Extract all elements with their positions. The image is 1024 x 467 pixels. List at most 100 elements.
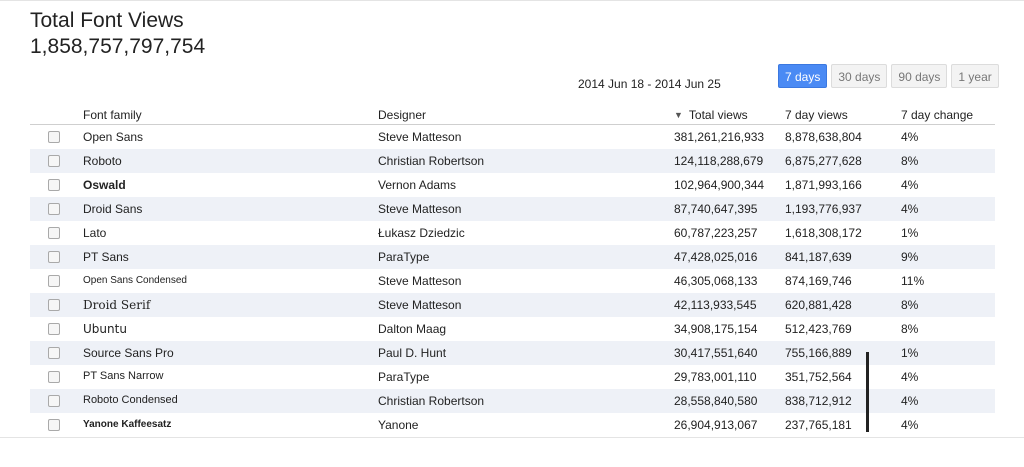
- designer-cell: Christian Robertson: [378, 394, 485, 408]
- seven-day-views-cell: 620,881,428: [785, 298, 852, 312]
- seven-day-change-cell: 4%: [901, 178, 919, 192]
- row-checkbox[interactable]: [48, 155, 60, 167]
- total-views-cell: 26,904,913,067: [674, 418, 758, 432]
- total-views-cell: 46,305,068,133: [674, 274, 758, 288]
- row-checkbox[interactable]: [48, 419, 60, 431]
- table-row: Lato Łukasz Dziedzic 60,787,223,257 1,61…: [30, 221, 995, 245]
- font-family-cell[interactable]: PT Sans: [83, 250, 129, 264]
- table-header: Font family Designer ▼ Total views 7 day …: [30, 104, 995, 125]
- table-row: Yanone Kaffeesatz Yanone 26,904,913,067 …: [30, 413, 995, 437]
- range-selector: 7 days 30 days 90 days 1 year: [778, 64, 999, 88]
- seven-day-change-cell: 4%: [901, 418, 919, 432]
- font-family-cell[interactable]: Droid Sans: [83, 202, 142, 216]
- seven-day-change-cell: 4%: [901, 130, 919, 144]
- date-range-label: 2014 Jun 18 - 2014 Jun 25: [578, 77, 721, 91]
- bottom-divider: [0, 437, 1024, 438]
- font-family-cell[interactable]: Source Sans Pro: [83, 346, 174, 360]
- font-views-table: Font family Designer ▼ Total views 7 day …: [30, 104, 995, 437]
- font-family-cell[interactable]: Open Sans: [83, 130, 143, 144]
- seven-day-change-cell: 4%: [901, 394, 919, 408]
- seven-day-change-cell: 8%: [901, 322, 919, 336]
- table-row: Oswald Vernon Adams 102,964,900,344 1,87…: [30, 173, 995, 197]
- seven-day-change-cell: 4%: [901, 370, 919, 384]
- row-checkbox[interactable]: [48, 371, 60, 383]
- seven-day-change-cell: 1%: [901, 226, 919, 240]
- table-row: Roboto Condensed Christian Robertson 28,…: [30, 389, 995, 413]
- row-checkbox[interactable]: [48, 131, 60, 143]
- column-header-7-day-views[interactable]: 7 day views: [785, 108, 848, 122]
- font-family-cell[interactable]: Roboto: [83, 154, 122, 168]
- font-family-cell[interactable]: Yanone Kaffeesatz: [83, 419, 171, 430]
- seven-day-change-cell: 4%: [901, 202, 919, 216]
- column-header-total-views-label: Total views: [688, 108, 748, 122]
- column-header-total-views[interactable]: ▼ Total views: [674, 108, 748, 122]
- row-checkbox[interactable]: [48, 299, 60, 311]
- designer-cell: Steve Matteson: [378, 202, 462, 216]
- seven-day-views-cell: 1,871,993,166: [785, 178, 862, 192]
- designer-cell: Yanone: [378, 418, 419, 432]
- designer-cell: Vernon Adams: [378, 178, 457, 192]
- range-90-days-button[interactable]: 90 days: [891, 64, 948, 88]
- seven-day-views-cell: 237,765,181: [785, 418, 852, 432]
- row-checkbox[interactable]: [48, 395, 60, 407]
- total-views-cell: 30,417,551,640: [674, 346, 758, 360]
- font-family-cell[interactable]: Open Sans Condensed: [83, 275, 187, 286]
- seven-day-views-cell: 841,187,639: [785, 250, 852, 264]
- designer-cell: ParaType: [378, 370, 430, 384]
- page-title: Total Font Views: [30, 9, 184, 32]
- designer-cell: Christian Robertson: [378, 154, 485, 168]
- seven-day-change-cell: 8%: [901, 298, 919, 312]
- table-row: Droid Sans Steve Matteson 87,740,647,395…: [30, 197, 995, 221]
- table-row: PT Sans ParaType 47,428,025,016 841,187,…: [30, 245, 995, 269]
- seven-day-views-cell: 351,752,564: [785, 370, 852, 384]
- designer-cell: ParaType: [378, 250, 430, 264]
- range-7-days-button[interactable]: 7 days: [778, 64, 828, 88]
- row-checkbox[interactable]: [48, 251, 60, 263]
- seven-day-views-cell: 1,618,308,172: [785, 226, 862, 240]
- row-checkbox[interactable]: [48, 203, 60, 215]
- seven-day-views-cell: 8,878,638,804: [785, 130, 862, 144]
- total-views-cell: 42,113,933,545: [674, 298, 757, 312]
- range-30-days-button[interactable]: 30 days: [831, 64, 888, 88]
- font-family-cell[interactable]: Lato: [83, 226, 106, 240]
- total-views-cell: 60,787,223,257: [674, 226, 758, 240]
- total-views-cell: 87,740,647,395: [674, 202, 758, 216]
- total-views-cell: 29,783,001,110: [674, 370, 757, 384]
- row-checkbox[interactable]: [48, 227, 60, 239]
- row-checkbox[interactable]: [48, 179, 60, 191]
- row-checkbox[interactable]: [48, 347, 60, 359]
- total-views-cell: 47,428,025,016: [674, 250, 758, 264]
- seven-day-change-cell: 8%: [901, 154, 919, 168]
- designer-cell: Steve Matteson: [378, 130, 462, 144]
- table-row: Source Sans Pro Paul D. Hunt 30,417,551,…: [30, 341, 995, 365]
- sort-descending-icon: ▼: [674, 110, 683, 120]
- designer-cell: Steve Matteson: [378, 274, 462, 288]
- total-views-cell: 381,261,216,933: [674, 130, 765, 144]
- seven-day-views-cell: 512,423,769: [785, 322, 852, 336]
- total-views-cell: 28,558,840,580: [674, 394, 758, 408]
- font-family-cell[interactable]: Oswald: [83, 178, 126, 192]
- font-family-cell[interactable]: Roboto Condensed: [83, 394, 178, 406]
- font-family-cell[interactable]: Ubuntu: [83, 322, 127, 336]
- seven-day-views-cell: 1,193,776,937: [785, 202, 862, 216]
- column-header-designer[interactable]: Designer: [378, 108, 426, 122]
- font-family-cell[interactable]: PT Sans Narrow: [83, 370, 164, 382]
- column-header-7-day-change[interactable]: 7 day change: [901, 108, 973, 122]
- total-views-cell: 124,118,288,679: [674, 154, 764, 168]
- column-header-font-family[interactable]: Font family: [83, 108, 142, 122]
- seven-day-change-cell: 11%: [901, 274, 925, 288]
- designer-cell: Paul D. Hunt: [378, 346, 447, 360]
- designer-cell: Łukasz Dziedzic: [378, 226, 465, 240]
- seven-day-views-cell: 6,875,277,628: [785, 154, 862, 168]
- total-views-cell: 102,964,900,344: [674, 178, 765, 192]
- scrollbar-thumb[interactable]: [866, 352, 869, 432]
- designer-cell: Dalton Maag: [378, 322, 447, 336]
- total-views-count: 1,858,757,797,754: [30, 35, 206, 58]
- font-family-cell[interactable]: Droid Serif: [83, 298, 150, 312]
- table-row: Open Sans Condensed Steve Matteson 46,30…: [30, 269, 995, 293]
- row-checkbox[interactable]: [48, 275, 60, 287]
- range-1-year-button[interactable]: 1 year: [951, 64, 999, 88]
- table-row: Open Sans Steve Matteson 381,261,216,933…: [30, 125, 995, 149]
- row-checkbox[interactable]: [48, 323, 60, 335]
- table-row: PT Sans Narrow ParaType 29,783,001,110 3…: [30, 365, 995, 389]
